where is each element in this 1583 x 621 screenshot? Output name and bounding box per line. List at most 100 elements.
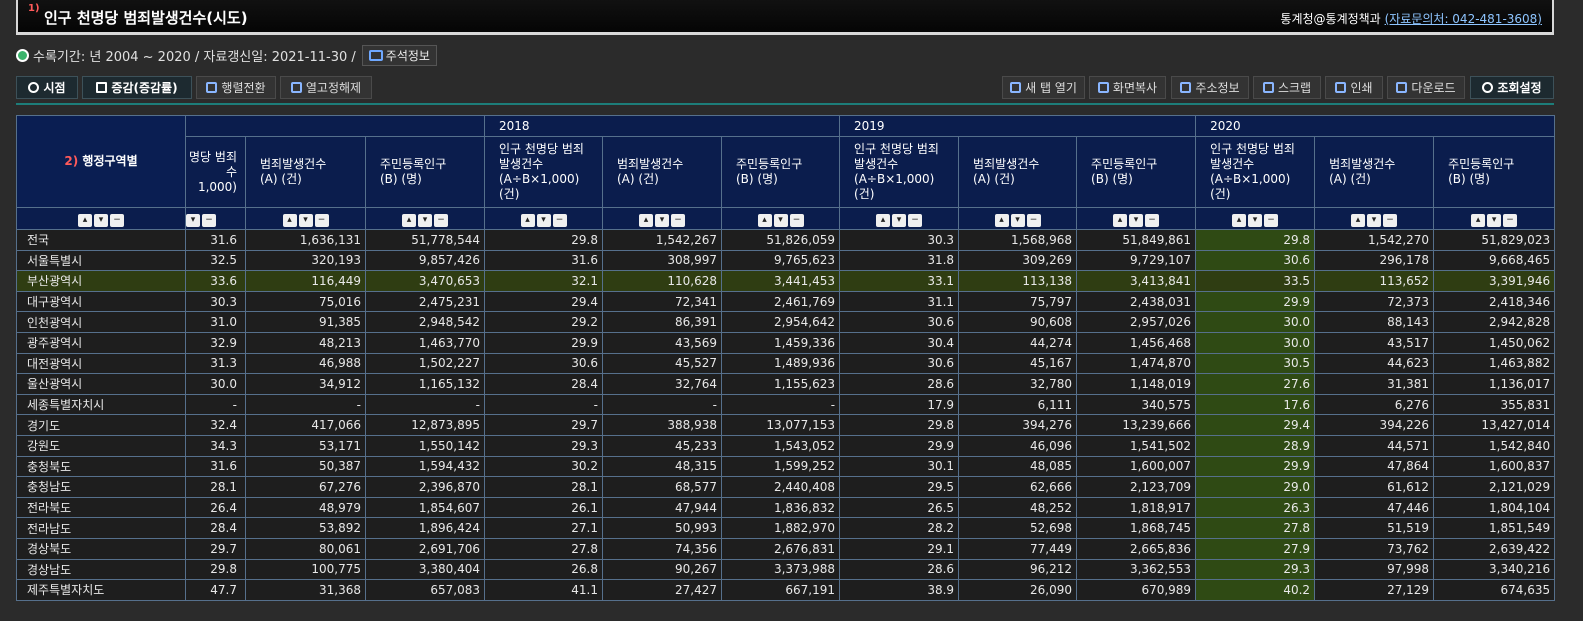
value-cell: 2,461,769 (720, 290, 841, 313)
table-row[interactable]: 전라남도 28.4 53,892 1,896,424 27.1 50,993 1,882,9… (16, 517, 1556, 539)
screen-copy-button[interactable]: 화면복사 (1089, 76, 1166, 99)
collapse-button[interactable]: − (1026, 213, 1041, 227)
table-row[interactable]: 충청남도 28.1 67,276 2,396,870 28.1 68,577 2,440,4… (16, 476, 1556, 498)
download-button[interactable]: 다운로드 (1387, 76, 1465, 99)
sort-asc-button[interactable]: ▴ (757, 213, 772, 227)
col-label-rate: 인구 천명당 범죄 발생건수 (A÷B×1,000) (건) (839, 136, 960, 208)
value-cell: 1,854,607 (365, 496, 485, 519)
col-label-crimes: 범죄발생건수 (A) (건) (1314, 136, 1435, 208)
table-row[interactable]: 서울특별시 32.5 320,193 9,857,426 31.6 308,997 9,76… (16, 249, 1556, 272)
collapse-button[interactable]: − (908, 213, 923, 227)
sort-desc-button[interactable]: ▾ (1010, 213, 1025, 227)
table-row[interactable]: 충청북도 31.6 50,387 1,594,432 30.2 48,315 1,599,2… (16, 455, 1556, 478)
value-cell: 6,111 (958, 393, 1078, 416)
sort-desc-button[interactable]: ▾ (655, 213, 669, 227)
notes-button[interactable]: 주석정보 (361, 44, 437, 66)
sort-asc-button[interactable]: ▴ (1113, 213, 1128, 227)
sort-asc-button[interactable]: ▴ (1471, 213, 1486, 227)
contact-link[interactable]: (자료문의처: 042-481-3608) (1385, 12, 1542, 26)
value-cell: 2,665,836 (1076, 537, 1197, 560)
column-sort-controls: ▴ ▾ − (839, 207, 960, 230)
value-cell: 3,470,653 (365, 270, 485, 292)
label-line: (A÷B×1,000) (499, 172, 580, 186)
collapse-button[interactable]: − (1264, 213, 1279, 227)
collapse-button[interactable]: − (314, 213, 329, 227)
sort-desc-button[interactable]: ▾ (418, 213, 432, 227)
sort-asc-button[interactable]: ▴ (639, 213, 653, 227)
table-row[interactable]: 세종특별자치시 - - - - - -17.9 6,111 340,575 17.6 6,276 35… (16, 393, 1556, 416)
collapse-button[interactable]: − (110, 213, 124, 227)
table-row[interactable]: 경기도 32.4 417,066 12,873,895 29.7 388,938 13,07… (16, 414, 1556, 436)
label-line: (건) (854, 187, 875, 201)
sort-controls: ▴ ▾ − (1113, 213, 1160, 227)
scrap-button[interactable]: 스크랩 (1253, 76, 1321, 99)
table-row[interactable]: 부산광역시 33.6 116,449 3,470,653 32.1 110,628 3,44… (16, 270, 1556, 292)
unfreeze-columns-button[interactable]: 열고정해제 (280, 76, 372, 99)
table-row[interactable]: 경상남도 29.8 100,775 3,380,404 26.8 90,267 3,373,… (16, 558, 1556, 581)
footnote-marker[interactable]: 1) (28, 3, 40, 14)
value-cell: 30.1 (839, 455, 960, 478)
year-header-2020: 2020 (1195, 115, 1556, 137)
table-row[interactable]: 인천광역시 31.0 91,385 2,948,542 29.2 86,391 2,954,… (16, 311, 1556, 333)
table-row[interactable]: 강원도 34.3 53,171 1,550,142 29.3 45,233 1,543,05… (16, 434, 1556, 457)
table-row[interactable]: 광주광역시 32.9 48,213 1,463,770 29.9 43,569 1,459,… (16, 331, 1556, 354)
sort-asc-button[interactable]: ▴ (282, 213, 297, 227)
sort-asc-button[interactable]: ▴ (402, 213, 416, 227)
transpose-button[interactable]: 행렬전환 (196, 76, 276, 99)
value-cell: 96,212 (958, 558, 1078, 581)
table-row[interactable]: 경상북도 29.7 80,061 2,691,706 27.8 74,356 2,676,8… (16, 537, 1556, 560)
sort-desc-button[interactable]: ▾ (186, 213, 200, 227)
table-row[interactable]: 울산광역시 30.0 34,912 1,165,132 28.4 32,764 1,155,… (16, 373, 1556, 395)
address-info-button[interactable]: 주소정보 (1171, 76, 1249, 99)
sort-desc-button[interactable]: ▾ (1487, 213, 1502, 227)
collapse-button[interactable]: − (434, 213, 448, 227)
sort-asc-button[interactable]: ▴ (520, 213, 535, 227)
table-row[interactable]: 제주특별자치도 47.7 31,368 657,083 41.1 27,427 667,19… (16, 579, 1556, 601)
collapse-button[interactable]: − (202, 213, 216, 227)
value-cell: 2,440,408 (720, 476, 841, 498)
value-cell: 33.1 (839, 270, 960, 292)
table-row[interactable]: 전라북도 26.4 48,979 1,854,607 26.1 47,944 1,836,8… (16, 496, 1556, 519)
sort-asc-button[interactable]: ▴ (1351, 213, 1366, 227)
period-button[interactable]: 시점 (16, 76, 78, 99)
sort-desc-button[interactable]: ▾ (1248, 213, 1263, 227)
change-rate-button[interactable]: 증감(증감률) (82, 76, 192, 99)
sort-desc-button[interactable]: ▾ (1367, 213, 1382, 227)
label-line: (B) (명) (380, 172, 422, 186)
value-cell: 61,612 (1314, 476, 1435, 498)
sort-desc-button[interactable]: ▾ (773, 213, 788, 227)
sort-desc-button[interactable]: ▾ (536, 213, 551, 227)
collapse-button[interactable]: − (552, 213, 567, 227)
sort-asc-button[interactable]: ▴ (1232, 213, 1247, 227)
sort-asc-button[interactable]: ▴ (78, 213, 92, 227)
collapse-button[interactable]: − (1145, 213, 1160, 227)
data-table: 2) 행정구역별 2018 2019 2020 명당 범죄 수 1,000) 범… (16, 115, 1556, 601)
collapse-button[interactable]: − (1503, 213, 1518, 227)
value-cell: 47,864 (1314, 455, 1435, 478)
value-cell: 30.6 (839, 352, 960, 375)
table-row[interactable]: 대구광역시 30.3 75,016 2,475,231 29.4 72,341 2,461,… (16, 290, 1556, 313)
value-cell: 1,474,870 (1076, 352, 1197, 375)
query-settings-button[interactable]: 조회설정 (1470, 76, 1554, 99)
sort-asc-button[interactable]: ▴ (876, 213, 891, 227)
sort-desc-button[interactable]: ▾ (892, 213, 907, 227)
value-cell: 2,948,542 (365, 311, 485, 333)
divider (16, 103, 1554, 105)
table-row[interactable]: 전국 31.6 1,636,131 51,778,544 29.8 1,542,267 51… (16, 229, 1556, 251)
collapse-button[interactable]: − (1383, 213, 1398, 227)
collapse-button[interactable]: − (789, 213, 804, 227)
row-header-footnote[interactable]: 2) (64, 154, 78, 168)
label-line: 명당 범죄 (189, 149, 237, 164)
collapse-button[interactable]: − (671, 213, 685, 227)
sort-desc-button[interactable]: ▾ (1129, 213, 1144, 227)
source-info: 통계청@통계정책과 (자료문의처: 042-481-3608) (1280, 10, 1542, 27)
sort-desc-button[interactable]: ▾ (298, 213, 313, 227)
value-cell: 30.5 (1195, 352, 1316, 375)
new-tab-button[interactable]: 새 탭 열기 (1002, 76, 1085, 99)
sort-asc-button[interactable]: ▴ (994, 213, 1009, 227)
label-line: 주민등록인구 (736, 157, 803, 171)
sort-desc-button[interactable]: ▾ (94, 213, 108, 227)
col-label-population: 주민등록인구 (B) (명) (1433, 136, 1556, 208)
table-row[interactable]: 대전광역시 31.3 46,988 1,502,227 30.6 45,527 1,489,… (16, 352, 1556, 375)
print-button[interactable]: 인쇄 (1325, 76, 1383, 99)
